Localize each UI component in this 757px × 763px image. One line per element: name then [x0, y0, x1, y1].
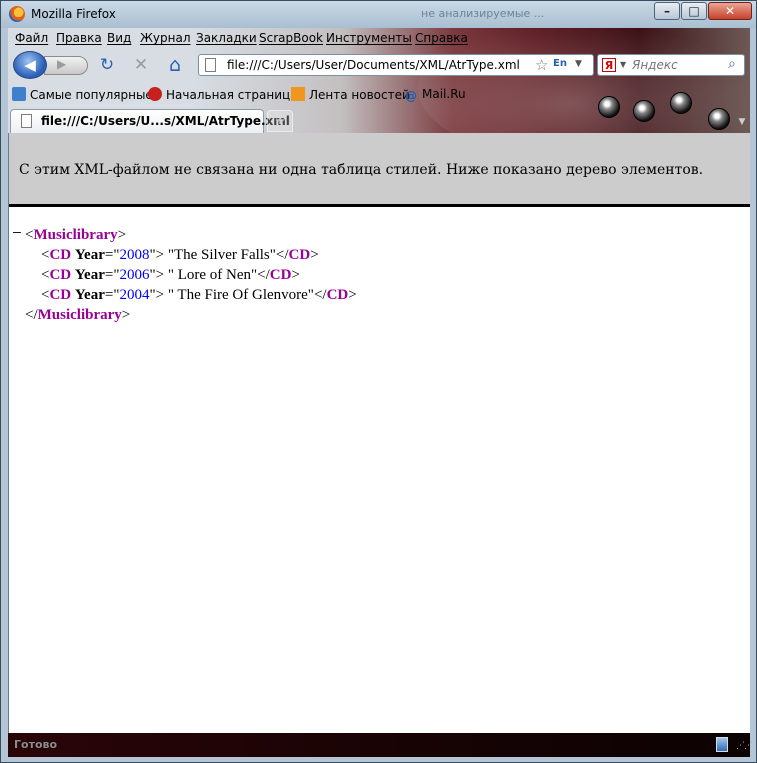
root-tag-close: Musiclibrary: [37, 307, 122, 323]
maximize-icon: □: [688, 4, 700, 18]
bookmark-star-icon[interactable]: ☆: [535, 56, 548, 74]
no-stylesheet-notice: С этим XML-файлом не связана ни одна таб…: [9, 133, 750, 207]
window-title: Mozilla Firefox: [31, 7, 116, 21]
child-tag-close: CD: [288, 247, 311, 263]
status-text: Готово: [14, 738, 58, 751]
close-button[interactable]: ✕: [708, 2, 752, 20]
status-page-icon[interactable]: [716, 737, 728, 752]
attr-value-year: 2006: [119, 267, 150, 283]
start-page-icon: [148, 87, 162, 101]
child-tag: CD: [49, 287, 72, 303]
page-icon: [205, 58, 216, 72]
element-text: "The Silver Falls": [164, 247, 276, 263]
search-bar[interactable]: Я ▼ ⌕: [597, 54, 745, 76]
menu-scrapbook[interactable]: ScrapBook: [259, 31, 323, 45]
search-icon[interactable]: ⌕: [728, 56, 736, 72]
tab-strip: file:///C:/Users/U...s/XML/AtrType.xml +…: [8, 106, 750, 133]
url-dropdown-icon[interactable]: ▼: [575, 59, 582, 69]
attr-name: Year: [74, 267, 105, 283]
new-tab-button[interactable]: +: [267, 110, 293, 132]
bookmark-label: Лента новостей: [309, 88, 410, 102]
bookmark-mailru[interactable]: @ Mail.Ru: [404, 87, 466, 103]
background-window-title: не анализируемые ...: [421, 7, 545, 20]
address-bar[interactable]: file:///C:/Users/User/Documents/XML/AtrT…: [198, 54, 594, 76]
reload-icon[interactable]: ↻: [96, 54, 118, 76]
bookmark-label: Начальная страница: [166, 88, 298, 102]
xml-cd-element: <CD Year="2006"> " Lore of Nen"</CD>: [41, 267, 300, 283]
xml-cd-element: <CD Year="2008"> "The Silver Falls"</CD>: [41, 247, 319, 263]
language-badge[interactable]: En: [553, 58, 567, 69]
title-bar[interactable]: Mozilla Firefox не анализируемые ... – □…: [1, 1, 756, 28]
browser-chrome: Файл Правка Вид Журнал Закладки ScrapBoo…: [8, 28, 750, 133]
home-icon[interactable]: ⌂: [164, 54, 186, 76]
child-tag: CD: [49, 247, 72, 263]
page-icon: [21, 114, 32, 128]
bookmark-most-visited[interactable]: Самые популярные: [12, 87, 153, 102]
attr-value-year: 2004: [119, 287, 150, 303]
tab-atrtype[interactable]: file:///C:/Users/U...s/XML/AtrType.xml: [10, 109, 290, 133]
status-bar: Готово ⋰⋰: [8, 733, 753, 757]
menu-edit[interactable]: Правка: [56, 31, 102, 45]
bookmarks-toolbar: Самые популярные Начальная страница Лент…: [8, 84, 750, 106]
forward-button[interactable]: ▶: [44, 56, 88, 75]
yandex-engine-icon[interactable]: Я: [602, 58, 616, 72]
xml-root-close: </Musiclibrary>: [25, 307, 131, 323]
child-tag-close: CD: [326, 287, 349, 303]
bookmark-start-page[interactable]: Начальная страница: [148, 87, 298, 102]
attr-name: Year: [74, 287, 105, 303]
notice-text: С этим XML-файлом не связана ни одна таб…: [19, 162, 704, 178]
xml-root-open: <Musiclibrary>: [25, 227, 127, 243]
element-text: " Lore of Nen": [164, 267, 258, 283]
bookmark-news-feed[interactable]: Лента новостей: [291, 87, 410, 102]
browser-window: Mozilla Firefox не анализируемые ... – □…: [0, 0, 757, 763]
rss-feed-icon: [291, 87, 305, 101]
menu-history[interactable]: Журнал: [140, 31, 191, 45]
minimize-button[interactable]: –: [654, 2, 680, 20]
menu-bookmarks[interactable]: Закладки: [196, 31, 257, 45]
tab-label: file:///C:/Users/U...s/XML/AtrType.xml: [41, 114, 290, 128]
menu-view[interactable]: Вид: [107, 31, 131, 45]
xml-cd-element: <CD Year="2004"> " The Fire Of Glenvore"…: [41, 287, 357, 303]
element-text: " The Fire Of Glenvore": [164, 287, 314, 303]
menu-bar: Файл Правка Вид Журнал Закладки ScrapBoo…: [8, 28, 750, 48]
close-icon: ✕: [724, 4, 736, 18]
navigation-toolbar: ▶ ◀ ↻ ✕ ⌂ file:///C:/Users/User/Document…: [8, 48, 750, 79]
address-url[interactable]: file:///C:/Users/User/Documents/XML/AtrT…: [227, 58, 520, 72]
resize-grip-icon[interactable]: ⋰⋰: [736, 741, 753, 751]
stop-icon[interactable]: ✕: [130, 54, 152, 76]
root-tag: Musiclibrary: [33, 227, 118, 243]
page-content: С этим XML-файлом не связана ни одна таб…: [8, 133, 750, 733]
menu-help[interactable]: Справка: [415, 31, 468, 45]
attr-name: Year: [74, 247, 105, 263]
menu-tools[interactable]: Инструменты: [326, 31, 412, 45]
engine-dropdown-icon[interactable]: ▼: [620, 60, 626, 69]
maximize-button[interactable]: □: [681, 2, 707, 20]
child-tag-close: CD: [269, 267, 292, 283]
menu-file[interactable]: Файл: [15, 31, 48, 45]
search-input[interactable]: [632, 57, 728, 73]
minimize-icon: –: [664, 4, 670, 18]
mailru-at-icon: @: [405, 89, 417, 103]
bookmark-label: Mail.Ru: [422, 87, 466, 101]
bookmark-label: Самые популярные: [30, 88, 153, 102]
all-tabs-dropdown-icon[interactable]: ▼: [734, 112, 750, 132]
collapse-toggle[interactable]: –: [13, 225, 21, 240]
attr-value-year: 2008: [119, 247, 150, 263]
most-visited-icon: [12, 87, 26, 101]
back-arrow-icon: ◀: [24, 56, 36, 74]
back-button[interactable]: ◀: [13, 51, 47, 79]
child-tag: CD: [49, 267, 72, 283]
forward-arrow-icon: ▶: [57, 57, 67, 71]
firefox-logo-icon: [9, 6, 25, 22]
